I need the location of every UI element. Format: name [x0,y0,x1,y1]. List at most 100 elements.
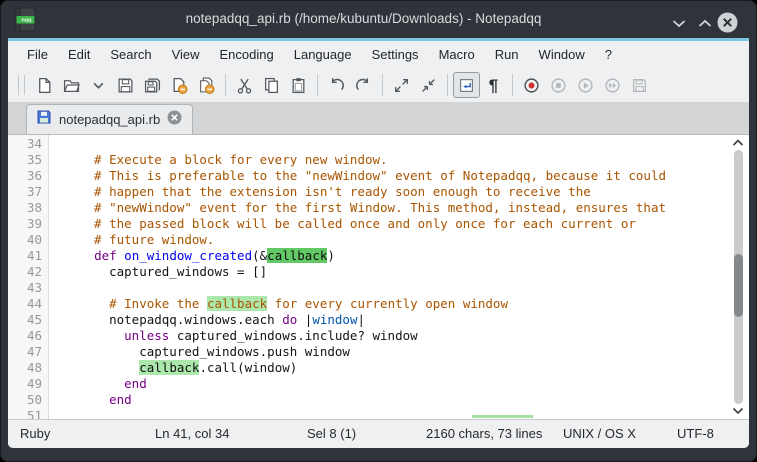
code-lines[interactable]: # Execute a block for every new window. … [49,135,727,419]
toolbar-separator [447,74,448,96]
menu-help[interactable]: ? [595,41,622,68]
line-number: 36 [26,168,42,183]
code-line: end [124,376,147,391]
save-button[interactable] [112,72,139,99]
line-number: 46 [26,328,42,343]
open-recent-chevron-button[interactable] [85,72,112,99]
line-number: 47 [26,344,42,359]
code-line: unless captured_windows.include? window [124,328,418,343]
zoom-out-button[interactable] [415,72,442,99]
document-stats: 2160 chars, 73 lines [426,426,543,441]
new-document-button[interactable] [31,72,58,99]
minimize-button[interactable] [668,12,690,34]
language-selector[interactable]: Ruby [20,420,50,447]
line-number: 48 [26,360,42,375]
line-number: 44 [26,296,42,311]
code-line: callback.call(window) [139,360,298,375]
play-macro-button [572,72,599,99]
run-macro-multiple-times-button [599,72,626,99]
vertical-scrollbar[interactable] [727,135,749,419]
notepadqq-app-icon: nqq [14,7,38,32]
save-macro-button [626,72,653,99]
line-endings-format: UNIX / OS X [563,426,636,441]
code-line: captured_windows = [] [79,264,268,279]
redo-button[interactable] [350,72,377,99]
scrollbar-thumb[interactable] [734,254,743,317]
zoom-in-button[interactable] [388,72,415,99]
menu-edit[interactable]: Edit [58,41,100,68]
show-all-characters-button[interactable]: ¶ [480,72,507,99]
save-all-button[interactable] [139,72,166,99]
code-line: # Invoke the callback for every currentl… [79,296,508,311]
line-number: 34 [26,136,42,151]
saved-floppy-icon [36,109,52,130]
line-number: 39 [26,216,42,231]
title-bar[interactable]: nqq notepadqq_api.rb (/home/kubuntu/Down… [0,0,757,38]
code-line: captured_windows.push window [79,344,350,359]
code-line: # "newWindow" event for the first Window… [79,200,666,215]
stop-macro-recording-button [545,72,572,99]
line-number: 42 [26,264,42,279]
cursor-position: Ln 41, col 34 [155,426,230,441]
line-number: 43 [26,280,42,295]
search-occurrence-marker [472,415,533,418]
code-line: # This is preferable to the "newWindow" … [79,168,666,183]
toolbar-separator [317,74,318,96]
toolbar-separator [382,74,383,96]
close-all-documents-button[interactable] [193,72,220,99]
code-line: notepadqq.windows.each do |window| [79,312,366,327]
line-number: 51 [26,408,42,419]
line-number: 41 [26,248,42,263]
menu-macro[interactable]: Macro [429,41,485,68]
line-number: 35 [26,152,42,167]
close-document-button[interactable] [166,72,193,99]
scroll-up-arrow-icon[interactable] [730,137,746,149]
line-number: 40 [26,232,42,247]
line-number: 50 [26,392,42,407]
status-bar: Ruby Ln 41, col 34 Sel 8 (1) 2160 chars,… [8,419,749,448]
tab-bar: notepadqq_api.rb [8,102,749,135]
code-line: # happen that the extension isn't ready … [79,184,591,199]
copy-button[interactable] [258,72,285,99]
line-number: 37 [26,184,42,199]
line-number: 38 [26,200,42,215]
line-number: 45 [26,312,42,327]
code-line: # the passed block will be called once a… [79,216,636,231]
close-tab-icon[interactable] [167,110,182,130]
notepadqq-window: nqq notepadqq_api.rb (/home/kubuntu/Down… [0,0,757,462]
menu-settings[interactable]: Settings [362,41,429,68]
cut-button[interactable] [231,72,258,99]
code-line: # Execute a block for every new window. [79,152,388,167]
code-editor[interactable]: 34 35 36 37 38 39 40 41 42 43 44 45 46 47 48 49 50 51 # E… [8,135,749,419]
code-line: end [109,392,132,407]
code-line: # future window. [79,232,215,247]
undo-button[interactable] [323,72,350,99]
tab-label: notepadqq_api.rb [59,112,161,127]
close-window-button[interactable] [716,11,738,33]
paste-button[interactable] [285,72,312,99]
menu-search[interactable]: Search [100,41,161,68]
word-wrap-button[interactable] [453,72,480,98]
open-folder-button[interactable] [58,72,85,99]
menu-view[interactable]: View [162,41,210,68]
line-number-gutter: 34 35 36 37 38 39 40 41 42 43 44 45 46 47 48 49 50 51 [8,135,49,419]
window-title: notepadqq_api.rb (/home/kubuntu/Download… [185,11,542,26]
toolbar-grip-handle[interactable] [18,75,25,95]
toolbar: ¶ [8,68,749,102]
code-line: def on_window_created(&callback) [94,248,335,263]
maximize-button[interactable] [694,12,716,34]
toolbar-separator [512,74,513,96]
menu-file[interactable]: File [17,41,58,68]
pilcrow-icon: ¶ [488,75,499,95]
selection-info: Sel 8 (1) [307,426,357,441]
menu-run[interactable]: Run [485,41,529,68]
tab-notepadqq-api[interactable]: notepadqq_api.rb [26,104,194,134]
menu-window[interactable]: Window [529,41,595,68]
scroll-down-arrow-icon[interactable] [730,405,746,417]
menu-language[interactable]: Language [284,41,362,68]
record-macro-button[interactable] [518,72,545,99]
menu-encoding[interactable]: Encoding [210,41,284,68]
line-number: 49 [26,376,42,391]
